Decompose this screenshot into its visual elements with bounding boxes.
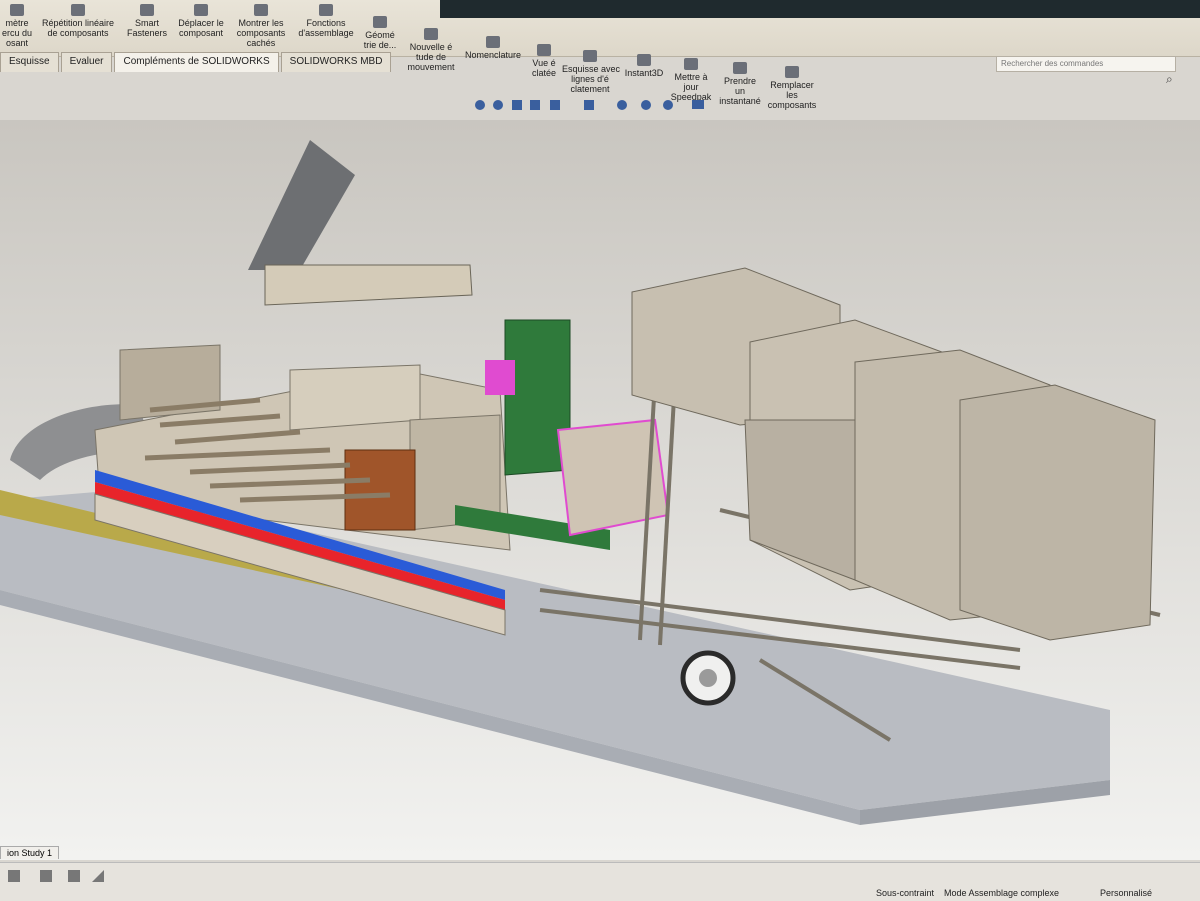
exploded-view-icon: [537, 44, 551, 56]
replace-icon: [785, 66, 799, 78]
display-style-icon[interactable]: [584, 100, 594, 110]
smart-fasteners-button[interactable]: Smart Fasteners: [124, 4, 170, 38]
zoom-fit-icon[interactable]: [475, 100, 485, 110]
tab-complements[interactable]: Compléments de SOLIDWORKS: [114, 52, 279, 72]
motion-study-tab[interactable]: ion Study 1: [0, 846, 60, 859]
camera-icon: [733, 62, 747, 74]
speedpak-icon: [684, 58, 698, 70]
hide-show-icon[interactable]: [617, 100, 627, 110]
command-ribbon: mètre ercu du osant Répétition linéaire …: [0, 0, 1200, 72]
tab-esquisse[interactable]: Esquisse: [0, 52, 59, 72]
wheel: [680, 650, 736, 706]
layout-icon[interactable]: [68, 870, 80, 882]
explode-line-icon: [583, 50, 597, 62]
command-manager-tabs: Esquisse Evaluer Compléments de SOLIDWOR…: [0, 52, 393, 72]
explode-line-sketch-button[interactable]: Esquisse avec lignes d'é clatement: [562, 50, 620, 94]
command-search-input[interactable]: Rechercher des commandes: [996, 56, 1176, 72]
status-constraint: Sous-contraint: [876, 888, 935, 898]
previous-view-icon[interactable]: [512, 100, 522, 110]
assembly-features-icon: [319, 4, 333, 16]
linear-pattern-button[interactable]: Répétition linéaire de composants: [36, 4, 120, 38]
status-customize[interactable]: Personnalisé: [1100, 888, 1152, 898]
status-toolbar: [8, 870, 104, 882]
geometry-icon: [373, 16, 387, 28]
ribbon-btn-mesure[interactable]: mètre ercu du osant: [0, 4, 34, 48]
model-tab-icon[interactable]: [8, 870, 20, 882]
zoom-area-icon[interactable]: [493, 100, 503, 110]
exploded-view-button[interactable]: Vue é clatée: [528, 44, 560, 78]
linear-pattern-icon: [71, 4, 85, 16]
fastener-icon: [140, 4, 154, 16]
new-motion-study-button[interactable]: Nouvelle é tude de mouvement: [404, 28, 458, 72]
take-snapshot-button[interactable]: Prendre un instantané: [718, 62, 762, 106]
eye-icon: [254, 4, 268, 16]
section-view-icon[interactable]: [530, 100, 540, 110]
tab-mbd[interactable]: SOLIDWORKS MBD: [280, 52, 392, 72]
status-mode: Mode Assemblage complexe: [944, 888, 1060, 898]
title-bar: [440, 0, 1200, 18]
sketch-icon[interactable]: [92, 870, 104, 882]
3d-view-icon[interactable]: [40, 870, 52, 882]
bom-button[interactable]: Nomenclature: [462, 36, 524, 60]
instant3d-button[interactable]: Instant3D: [622, 54, 666, 78]
motion-study-icon: [424, 28, 438, 40]
appearance-icon[interactable]: [641, 100, 651, 110]
heads-up-view-toolbar: [475, 100, 704, 110]
view-settings-icon[interactable]: [692, 100, 704, 109]
measure-icon: [10, 4, 24, 16]
scene-icon[interactable]: [663, 100, 673, 110]
bom-icon: [486, 36, 500, 48]
search-icon[interactable]: ⌕: [1166, 72, 1173, 87]
move-icon: [194, 4, 208, 16]
reference-geometry-button[interactable]: Géomé trie de...: [360, 16, 400, 50]
show-hidden-button[interactable]: Montrer les composants cachés: [232, 4, 290, 48]
view-orientation-icon[interactable]: [550, 100, 560, 110]
graphics-area[interactable]: [0, 120, 1200, 860]
move-component-button[interactable]: Déplacer le composant: [174, 4, 228, 38]
tab-evaluer[interactable]: Evaluer: [60, 52, 113, 72]
replace-components-button[interactable]: Remplacer les composants: [766, 66, 818, 110]
instant3d-icon: [637, 54, 651, 66]
assembly-features-button[interactable]: Fonctions d'assemblage: [294, 4, 358, 38]
